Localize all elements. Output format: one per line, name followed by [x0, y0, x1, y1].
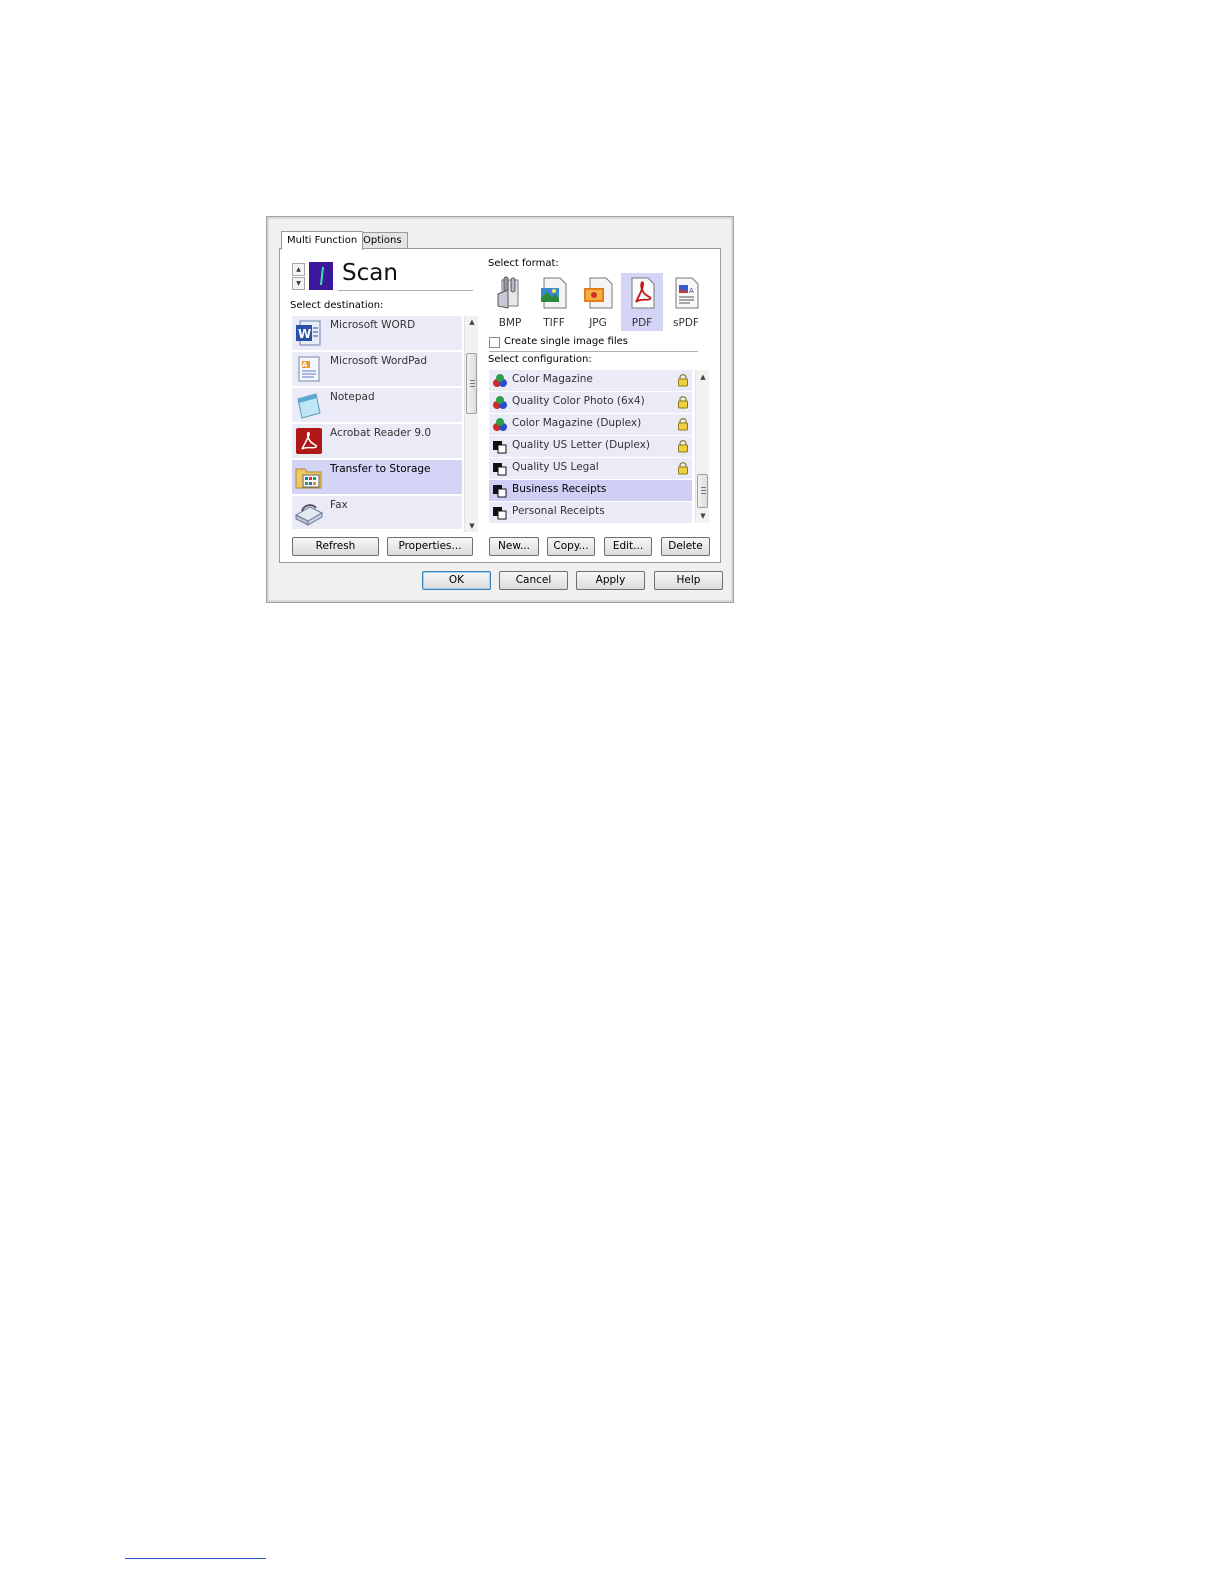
- pdf-icon: [631, 277, 655, 309]
- color-config-icon: [493, 374, 507, 387]
- destination-item-label: Microsoft WORD: [330, 319, 416, 331]
- single-image-label: Create single image files: [504, 336, 628, 347]
- new-button[interactable]: New...: [489, 537, 539, 556]
- scroll-thumb[interactable]: [466, 353, 477, 414]
- storage-folder-icon: [295, 468, 322, 489]
- config-item-label: Color Magazine (Duplex): [512, 417, 642, 429]
- configuration-scrollbar[interactable]: ▲ ▼: [695, 370, 709, 523]
- scroll-down-icon[interactable]: ▼: [696, 510, 710, 522]
- destination-scrollbar[interactable]: ▲ ▼: [464, 316, 478, 532]
- format-option-bmp[interactable]: BMP: [489, 273, 531, 331]
- config-item-quality-us-letter-duplex[interactable]: Quality US Letter (Duplex): [489, 436, 692, 457]
- config-item-label: Quality US Legal: [512, 461, 599, 473]
- word-icon: W: [296, 320, 321, 346]
- page-title: Scan: [342, 260, 398, 286]
- format-option-label: sPDF: [673, 317, 699, 329]
- apply-button[interactable]: Apply: [576, 571, 645, 590]
- event-number-icon: [309, 262, 333, 290]
- config-item-label: Quality US Letter (Duplex): [512, 439, 651, 451]
- format-option-pdf[interactable]: PDF: [621, 273, 663, 331]
- tab-options[interactable]: Options: [357, 232, 408, 248]
- color-config-icon: [493, 396, 507, 409]
- scroll-down-icon[interactable]: ▼: [465, 520, 479, 532]
- format-divider: [489, 351, 698, 352]
- format-option-label: JPG: [589, 317, 607, 329]
- config-item-label: Color Magazine: [512, 373, 593, 385]
- properties-button[interactable]: Properties...: [387, 537, 473, 556]
- config-item-label: Business Receipts: [512, 483, 607, 495]
- spdf-icon: A: [675, 277, 699, 309]
- format-option-tiff[interactable]: TIFF: [533, 273, 575, 331]
- lock-icon: [678, 396, 688, 409]
- bw-config-icon: [493, 441, 507, 454]
- refresh-button[interactable]: Refresh: [292, 537, 379, 556]
- notepad-icon: [297, 393, 321, 419]
- config-item-personal-receipts[interactable]: Personal Receipts: [489, 502, 692, 523]
- bmp-icon: [497, 276, 519, 309]
- single-image-checkbox[interactable]: [489, 337, 500, 348]
- bw-config-icon: [493, 485, 507, 498]
- config-item-label: Personal Receipts: [512, 505, 605, 517]
- svg-text:A: A: [302, 361, 308, 369]
- acrobat-icon: [296, 428, 322, 454]
- title-divider: [338, 290, 473, 291]
- destination-item-fax[interactable]: Fax: [292, 496, 462, 529]
- format-option-label: PDF: [631, 317, 653, 329]
- color-config-icon: [493, 418, 507, 431]
- svg-text:W: W: [298, 327, 311, 341]
- lock-icon: [678, 374, 688, 387]
- destination-item-label: Microsoft WordPad: [330, 355, 428, 367]
- configuration-label: Select configuration:: [488, 354, 592, 365]
- config-item-label: Quality Color Photo (6x4): [512, 395, 645, 407]
- lock-icon: [678, 462, 688, 475]
- destination-item-label: Fax: [330, 499, 348, 511]
- format-option-jpg[interactable]: JPG: [577, 273, 619, 331]
- destination-item-label: Transfer to Storage: [330, 463, 431, 475]
- svg-text:A: A: [689, 287, 694, 295]
- footnote-rule: [125, 1558, 266, 1559]
- delete-button[interactable]: Delete: [661, 537, 710, 556]
- tiff-icon: [541, 277, 567, 309]
- cancel-button[interactable]: Cancel: [499, 571, 568, 590]
- config-item-business-receipts[interactable]: Business Receipts: [489, 480, 692, 501]
- destination-label: Select destination:: [290, 300, 384, 311]
- jpg-icon: [584, 277, 613, 309]
- spin-up-button[interactable]: ▲: [292, 263, 305, 276]
- destination-item-acrobat[interactable]: Acrobat Reader 9.0: [292, 424, 462, 458]
- lock-icon: [678, 418, 688, 431]
- scroll-up-icon[interactable]: ▲: [465, 316, 479, 328]
- spin-down-button[interactable]: ▼: [292, 277, 305, 290]
- config-item-color-magazine[interactable]: Color Magazine: [489, 370, 692, 391]
- format-option-spdf[interactable]: A sPDF: [665, 273, 707, 331]
- destination-item-label: Notepad: [330, 391, 375, 403]
- config-item-quality-us-legal[interactable]: Quality US Legal: [489, 458, 692, 479]
- config-item-color-magazine-duplex[interactable]: Color Magazine (Duplex): [489, 414, 692, 435]
- wordpad-icon: A: [298, 356, 320, 382]
- bw-config-icon: [493, 463, 507, 476]
- destination-item-word[interactable]: W Microsoft WORD: [292, 316, 462, 350]
- bw-config-icon: [493, 507, 507, 520]
- format-option-label: TIFF: [543, 317, 565, 329]
- format-option-label: BMP: [498, 317, 522, 329]
- destination-item-label: Acrobat Reader 9.0: [330, 427, 432, 439]
- destination-item-transfer-to-storage[interactable]: Transfer to Storage: [292, 460, 462, 494]
- fax-icon: [294, 504, 324, 526]
- copy-button[interactable]: Copy...: [547, 537, 595, 556]
- destination-item-wordpad[interactable]: A Microsoft WordPad: [292, 352, 462, 386]
- edit-button[interactable]: Edit...: [604, 537, 652, 556]
- help-button[interactable]: Help: [654, 571, 723, 590]
- format-label: Select format:: [488, 258, 559, 269]
- ok-button[interactable]: OK: [422, 571, 491, 590]
- scroll-up-icon[interactable]: ▲: [696, 371, 710, 383]
- scroll-thumb[interactable]: [697, 474, 708, 508]
- config-item-quality-color-photo[interactable]: Quality Color Photo (6x4): [489, 392, 692, 413]
- lock-icon: [678, 440, 688, 453]
- tab-multi-function[interactable]: Multi Function: [281, 231, 364, 250]
- destination-item-notepad[interactable]: Notepad: [292, 388, 462, 422]
